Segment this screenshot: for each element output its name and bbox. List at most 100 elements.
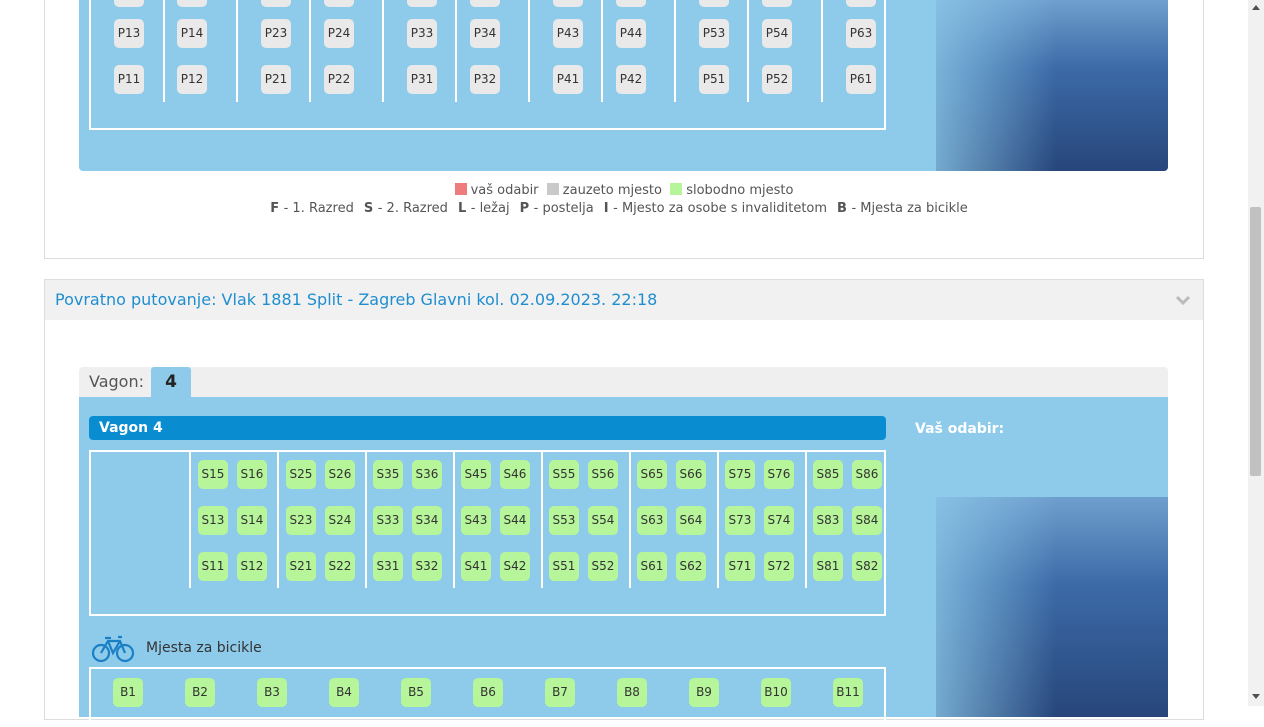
seat-s33[interactable]: S33 bbox=[373, 506, 403, 535]
seat-p11[interactable]: P11 bbox=[114, 65, 144, 94]
seat-partial[interactable] bbox=[762, 0, 792, 7]
compartment-divider bbox=[189, 452, 191, 588]
seat-p14[interactable]: P14 bbox=[177, 19, 207, 48]
seat-p22[interactable]: P22 bbox=[324, 65, 354, 94]
seat-s26[interactable]: S26 bbox=[325, 460, 355, 489]
seat-p61[interactable]: P61 bbox=[846, 65, 876, 94]
seat-s23[interactable]: S23 bbox=[286, 506, 316, 535]
seat-p24[interactable]: P24 bbox=[324, 19, 354, 48]
seat-s74[interactable]: S74 bbox=[764, 506, 794, 535]
seat-s86[interactable]: S86 bbox=[852, 460, 882, 489]
seat-s73[interactable]: S73 bbox=[725, 506, 755, 535]
seat-p34[interactable]: P34 bbox=[470, 19, 500, 48]
seat-s61[interactable]: S61 bbox=[637, 552, 667, 581]
seat-p43[interactable]: P43 bbox=[553, 19, 583, 48]
seat-s72[interactable]: S72 bbox=[764, 552, 794, 581]
seat-b7[interactable]: B7 bbox=[545, 678, 575, 707]
seat-partial[interactable] bbox=[616, 0, 646, 7]
seat-b4[interactable]: B4 bbox=[329, 678, 359, 707]
seat-s82[interactable]: S82 bbox=[852, 552, 882, 581]
seat-s66[interactable]: S66 bbox=[676, 460, 706, 489]
page-scrollbar[interactable] bbox=[1248, 0, 1264, 706]
seat-partial[interactable] bbox=[846, 0, 876, 7]
seat-s11[interactable]: S11 bbox=[198, 552, 228, 581]
seat-p44[interactable]: P44 bbox=[616, 19, 646, 48]
seat-p53[interactable]: P53 bbox=[699, 19, 729, 48]
seat-s13[interactable]: S13 bbox=[198, 506, 228, 535]
seat-p31[interactable]: P31 bbox=[407, 65, 437, 94]
seat-s24[interactable]: S24 bbox=[325, 506, 355, 535]
seat-s75[interactable]: S75 bbox=[725, 460, 755, 489]
seat-b10[interactable]: B10 bbox=[761, 678, 791, 707]
seat-s43[interactable]: S43 bbox=[461, 506, 491, 535]
seat-s53[interactable]: S53 bbox=[549, 506, 579, 535]
seat-s65[interactable]: S65 bbox=[637, 460, 667, 489]
seat-s16[interactable]: S16 bbox=[237, 460, 267, 489]
seat-s64[interactable]: S64 bbox=[676, 506, 706, 535]
seat-p52[interactable]: P52 bbox=[762, 65, 792, 94]
return-section-header[interactable]: Povratno putovanje: Vlak 1881 Split - Za… bbox=[44, 279, 1204, 321]
seat-p13[interactable]: P13 bbox=[114, 19, 144, 48]
seat-partial[interactable] bbox=[114, 0, 144, 7]
seat-partial[interactable] bbox=[699, 0, 729, 7]
seat-s54[interactable]: S54 bbox=[588, 506, 618, 535]
seat-partial[interactable] bbox=[324, 0, 354, 7]
seat-s56[interactable]: S56 bbox=[588, 460, 618, 489]
seat-s45[interactable]: S45 bbox=[461, 460, 491, 489]
seat-b1[interactable]: B1 bbox=[113, 678, 143, 707]
seat-s35[interactable]: S35 bbox=[373, 460, 403, 489]
seat-partial[interactable] bbox=[177, 0, 207, 7]
seat-s44[interactable]: S44 bbox=[500, 506, 530, 535]
seat-s34[interactable]: S34 bbox=[412, 506, 442, 535]
seat-s76[interactable]: S76 bbox=[764, 460, 794, 489]
seat-partial[interactable] bbox=[470, 0, 500, 7]
seat-s42[interactable]: S42 bbox=[500, 552, 530, 581]
seat-s25[interactable]: S25 bbox=[286, 460, 316, 489]
seat-s84[interactable]: S84 bbox=[852, 506, 882, 535]
seat-s52[interactable]: S52 bbox=[588, 552, 618, 581]
seat-b6[interactable]: B6 bbox=[473, 678, 503, 707]
scroll-thumb[interactable] bbox=[1250, 207, 1261, 476]
seat-partial[interactable] bbox=[261, 0, 291, 7]
chevron-down-icon[interactable] bbox=[1175, 292, 1191, 308]
seat-p41[interactable]: P41 bbox=[553, 65, 583, 94]
seat-b5[interactable]: B5 bbox=[401, 678, 431, 707]
seat-b11[interactable]: B11 bbox=[833, 678, 863, 707]
seat-s15[interactable]: S15 bbox=[198, 460, 228, 489]
seat-s71[interactable]: S71 bbox=[725, 552, 755, 581]
seat-p54[interactable]: P54 bbox=[762, 19, 792, 48]
seat-s46[interactable]: S46 bbox=[500, 460, 530, 489]
seat-s41[interactable]: S41 bbox=[461, 552, 491, 581]
seat-s32[interactable]: S32 bbox=[412, 552, 442, 581]
seat-p33[interactable]: P33 bbox=[407, 19, 437, 48]
seat-b3[interactable]: B3 bbox=[257, 678, 287, 707]
seat-s51[interactable]: S51 bbox=[549, 552, 579, 581]
seat-s36[interactable]: S36 bbox=[412, 460, 442, 489]
seat-s31[interactable]: S31 bbox=[373, 552, 403, 581]
seat-s62[interactable]: S62 bbox=[676, 552, 706, 581]
seat-s85[interactable]: S85 bbox=[813, 460, 843, 489]
seat-p32[interactable]: P32 bbox=[470, 65, 500, 94]
seat-s55[interactable]: S55 bbox=[549, 460, 579, 489]
seat-partial[interactable] bbox=[407, 0, 437, 7]
seat-b8[interactable]: B8 bbox=[617, 678, 647, 707]
seat-b2[interactable]: B2 bbox=[185, 678, 215, 707]
seat-p51[interactable]: P51 bbox=[699, 65, 729, 94]
tab-wagon-4[interactable]: 4 bbox=[151, 367, 191, 397]
seat-s83[interactable]: S83 bbox=[813, 506, 843, 535]
seat-s14[interactable]: S14 bbox=[237, 506, 267, 535]
seat-p63[interactable]: P63 bbox=[846, 19, 876, 48]
seat-s63[interactable]: S63 bbox=[637, 506, 667, 535]
seat-p12[interactable]: P12 bbox=[177, 65, 207, 94]
seat-p23[interactable]: P23 bbox=[261, 19, 291, 48]
seat-p42[interactable]: P42 bbox=[616, 65, 646, 94]
seat-p21[interactable]: P21 bbox=[261, 65, 291, 94]
seat-s21[interactable]: S21 bbox=[286, 552, 316, 581]
scroll-up-icon[interactable] bbox=[1252, 5, 1260, 10]
seat-b9[interactable]: B9 bbox=[689, 678, 719, 707]
seat-partial[interactable] bbox=[553, 0, 583, 7]
seat-s22[interactable]: S22 bbox=[325, 552, 355, 581]
seat-s81[interactable]: S81 bbox=[813, 552, 843, 581]
scroll-down-icon[interactable] bbox=[1252, 694, 1260, 699]
seat-s12[interactable]: S12 bbox=[237, 552, 267, 581]
